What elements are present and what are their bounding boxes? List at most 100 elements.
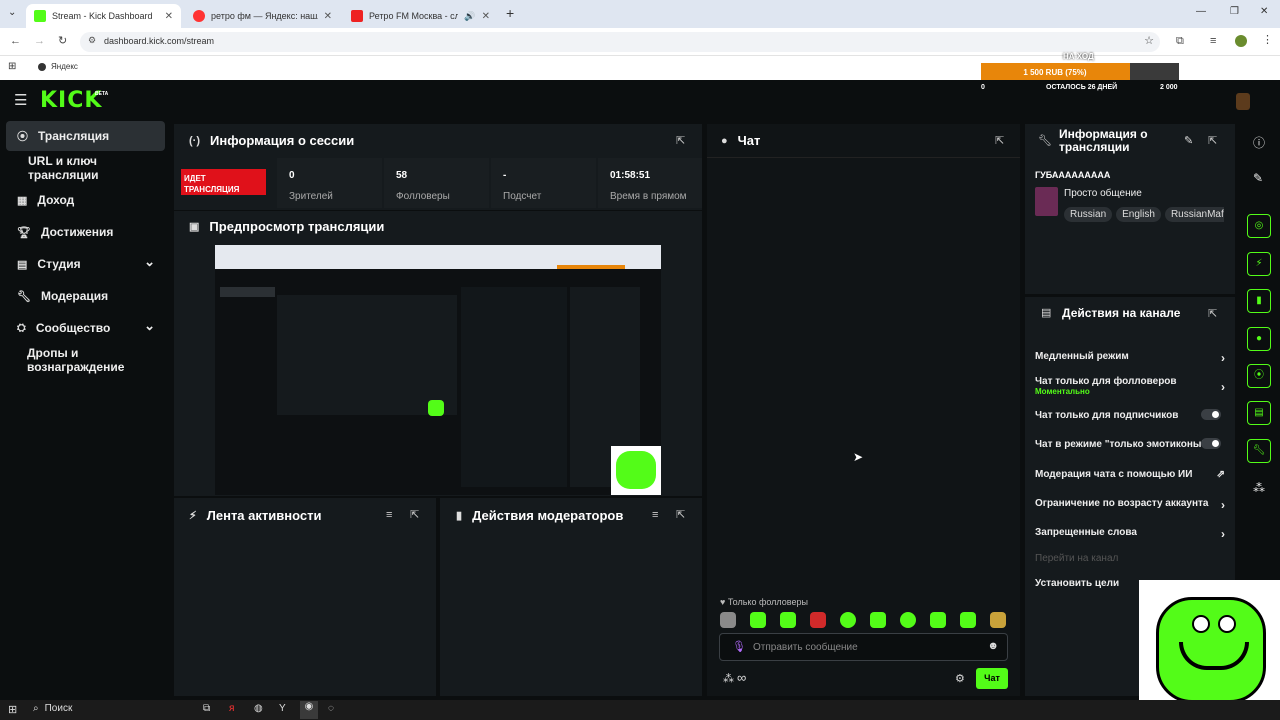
emote-3[interactable] xyxy=(810,612,826,628)
action-account-age-limit[interactable]: Ограничение по возрасту аккаунта › xyxy=(1035,498,1225,512)
chat-input[interactable]: 🎙︎ Отправить сообщение ☻ xyxy=(719,633,1008,661)
tab-retro-fm[interactable]: Ретро FM Москва - слуша 🔊 ✕ xyxy=(343,4,498,28)
chat-users-icon[interactable]: ⁂ xyxy=(723,672,734,685)
stat-value: 01:58:51 xyxy=(610,170,651,181)
broadcast-icon[interactable]: ⦿ xyxy=(1247,364,1271,388)
emote-cat[interactable] xyxy=(720,612,736,628)
action-followers-only-chat[interactable]: Чат только для фолловеров › Моментально xyxy=(1035,376,1225,396)
emote-1[interactable] xyxy=(750,612,766,628)
minimize-icon[interactable]: — xyxy=(1196,6,1206,17)
yandex-browser-icon[interactable]: Y xyxy=(279,703,286,714)
restore-icon[interactable]: ❐ xyxy=(1230,6,1239,17)
back-icon[interactable]: ← xyxy=(10,35,21,47)
popout-icon[interactable]: ⇱ xyxy=(676,134,685,147)
popout-icon[interactable]: ⇱ xyxy=(1208,134,1217,147)
popout-icon[interactable]: ⇱ xyxy=(676,508,685,521)
hamburger-menu-icon[interactable]: ☰ xyxy=(14,91,27,109)
send-chat-button[interactable]: Чат xyxy=(976,668,1008,689)
action-ai-moderation[interactable]: Модерация чата с помощью ИИ ⇗ xyxy=(1035,469,1225,480)
chrome-icon[interactable]: ◉ xyxy=(300,701,318,719)
goal-left-value: 0 xyxy=(981,84,985,91)
emote-9[interactable] xyxy=(990,612,1006,628)
emote-2[interactable] xyxy=(780,612,796,628)
sidebar-item-broadcast[interactable]: ⦿ Трансляция xyxy=(6,121,165,151)
capture-icon[interactable]: ◎ xyxy=(1247,214,1271,238)
extensions-icon[interactable]: ⧉ xyxy=(1176,35,1184,48)
close-tab-icon[interactable]: ✕ xyxy=(324,11,332,22)
new-tab-button[interactable]: + xyxy=(506,5,514,21)
sidebar-item-studio[interactable]: ▤ Студия ⌄ xyxy=(6,249,165,279)
reload-icon[interactable]: ↻ xyxy=(58,34,67,47)
stream-preview-video[interactable] xyxy=(215,245,661,495)
emote-7[interactable] xyxy=(930,612,946,628)
subscribers-only-toggle[interactable] xyxy=(1201,409,1221,420)
sidebar-item-moderation[interactable]: 🔧︎ Модерация xyxy=(6,281,165,311)
sidebar-item-drops[interactable]: Дропы и вознаграждение xyxy=(6,345,176,375)
users-icon[interactable]: ⁂ xyxy=(1253,481,1265,495)
close-tab-icon[interactable]: ✕ xyxy=(482,11,490,22)
wrench-icon[interactable]: 🔧︎ xyxy=(1247,439,1271,463)
tab-kick-dashboard[interactable]: Stream - Kick Dashboard ✕ xyxy=(26,4,181,28)
bookmark-star-icon[interactable]: ☆ xyxy=(1144,34,1154,47)
emote-5[interactable] xyxy=(870,612,886,628)
browser-menu-icon[interactable]: ⋮ xyxy=(1262,33,1273,46)
popout-icon[interactable]: ⇱ xyxy=(1208,307,1217,320)
tab-yandex-search[interactable]: ретро фм — Яндекс: нашлось ✕ xyxy=(185,4,340,28)
bookmark-label: Яндекс xyxy=(51,62,78,71)
profile-avatar[interactable] xyxy=(1235,35,1247,47)
reading-list-icon[interactable]: ≡ xyxy=(1210,35,1216,47)
tab-list-chevron-icon[interactable]: ⌄ xyxy=(8,7,16,18)
task-view-icon[interactable]: ⧉ xyxy=(203,703,210,714)
kick-logo[interactable]: KICK xyxy=(40,88,102,113)
popout-icon[interactable]: ⇱ xyxy=(410,508,419,521)
tab-title: Ретро FM Москва - слуша xyxy=(369,11,459,21)
obs-icon[interactable]: ◌ xyxy=(328,703,334,714)
chat-settings-icon[interactable]: ⚙ xyxy=(955,672,965,685)
edit-icon[interactable]: ✎ xyxy=(1184,134,1193,147)
close-tab-icon[interactable]: ✕ xyxy=(165,11,173,22)
tag-english[interactable]: English xyxy=(1116,207,1161,222)
popout-icon[interactable]: ⇱ xyxy=(995,134,1004,147)
chevron-right-icon: › xyxy=(1221,380,1225,394)
taskbar-search[interactable]: ⌕ Поиск xyxy=(33,703,72,714)
bookmark-yandex[interactable]: Яндекс xyxy=(38,62,78,71)
emote-4[interactable] xyxy=(840,612,856,628)
chevron-down-icon[interactable]: ⌄ xyxy=(144,254,155,270)
action-emote-only-chat[interactable]: Чат в режиме "только эмотиконы" xyxy=(1035,438,1225,450)
sidebar-item-income[interactable]: ▦ Доход xyxy=(6,185,165,215)
sidebar-item-achievements[interactable]: 🏆︎ Достижения xyxy=(6,217,165,247)
action-subscribers-only-chat[interactable]: Чат только для подписчиков xyxy=(1035,409,1225,421)
emote-only-toggle[interactable] xyxy=(1201,438,1221,449)
url-field[interactable]: ⚙ dashboard.kick.com/stream ☆ xyxy=(80,32,1160,52)
microphone-icon[interactable]: 🎙︎ xyxy=(732,640,746,653)
sidebar-item-community[interactable]: ⛭ Сообщество ⌄ xyxy=(6,313,165,343)
steam-icon[interactable]: ◍ xyxy=(254,703,263,714)
tag-russian[interactable]: Russian xyxy=(1064,207,1113,222)
server-icon[interactable]: ▤ xyxy=(1247,401,1271,425)
lightning-icon[interactable]: ⚡︎ xyxy=(1247,252,1271,276)
yandex-app-icon[interactable]: я xyxy=(229,703,234,714)
chevron-down-icon[interactable]: ⌄ xyxy=(144,318,155,334)
sidebar-item-url-key[interactable]: URL и ключ трансляции xyxy=(6,153,165,183)
panel-title: Предпросмотр трансляции xyxy=(209,219,385,234)
edit-icon[interactable]: ✎ xyxy=(1253,171,1263,185)
emoji-icon[interactable]: ☻ xyxy=(987,640,999,652)
chat-bubble-icon[interactable]: ● xyxy=(1247,327,1271,351)
emote-8[interactable] xyxy=(960,612,976,628)
clipboard-icon[interactable]: ▮ xyxy=(1247,289,1271,313)
filter-icon[interactable]: ≡ xyxy=(652,509,658,521)
emote-6[interactable] xyxy=(900,612,916,628)
site-info-icon[interactable]: ⚙ xyxy=(88,35,96,46)
info-icon[interactable]: ⓘ xyxy=(1253,134,1265,151)
action-go-to-channel[interactable]: Перейти на канал xyxy=(1035,553,1225,564)
action-banned-words[interactable]: Запрещенные слова › xyxy=(1035,527,1225,541)
user-avatar[interactable] xyxy=(1236,93,1250,110)
action-slow-mode[interactable]: Медленный режим › xyxy=(1035,351,1225,365)
audio-playing-icon[interactable]: 🔊 xyxy=(464,11,475,22)
forward-icon[interactable]: → xyxy=(34,35,45,47)
filter-icon[interactable]: ≡ xyxy=(386,509,392,521)
tag-russianmafia[interactable]: RussianMafia xyxy=(1164,207,1224,222)
apps-grid-icon[interactable]: ⊞ xyxy=(8,61,16,72)
close-window-icon[interactable]: ✕ xyxy=(1260,6,1268,17)
windows-start-icon[interactable]: ⊞ xyxy=(8,703,17,716)
